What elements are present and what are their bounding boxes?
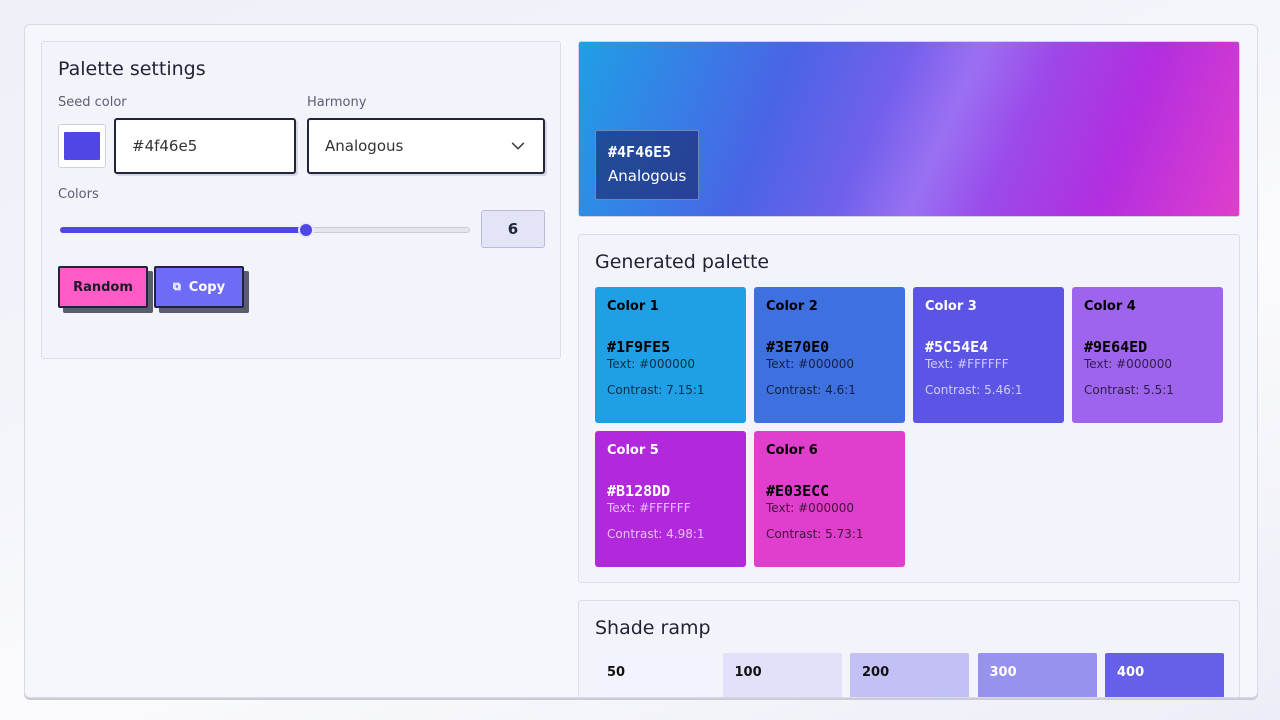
shade-chip[interactable]: 200 <box>850 653 969 697</box>
colors-count-field[interactable]: 6 <box>481 210 545 248</box>
copy-button-label: Copy <box>188 279 226 295</box>
colors-slider[interactable] <box>60 218 470 242</box>
swatch-hex: #1F9FE5 <box>607 338 671 356</box>
swatch-hex: #B128DD <box>607 482 671 500</box>
swatch-hex: #3E70E0 <box>766 338 830 356</box>
seed-color-chip <box>64 132 100 160</box>
slider-thumb[interactable] <box>298 222 314 238</box>
palette-settings-panel: Palette settings Seed color Harmony Anal… <box>41 41 561 359</box>
swatch-contrast: Contrast: 4.6:1 <box>766 383 856 397</box>
shade-label: 300 <box>989 665 1017 680</box>
swatch-contrast: Contrast: 5.46:1 <box>925 383 1023 397</box>
copy-icon: ⧉ <box>172 280 181 293</box>
palette-swatch[interactable]: Color 1 #1F9FE5 Text: #000000 Contrast: 7.1… <box>595 287 746 423</box>
generated-palette-title: Generated palette <box>595 251 770 273</box>
shade-ramp-panel: Shade ramp 50 100 200 300 400 <box>578 600 1240 697</box>
shade-label: 400 <box>1117 665 1145 680</box>
palette-swatch[interactable]: Color 3 #5C54E4 Text: #FFFFFF Contrast: 5.4… <box>913 287 1064 423</box>
swatch-contrast: Contrast: 5.73:1 <box>766 527 864 541</box>
generated-palette-panel: Generated palette Color 1 #1F9FE5 Text: #0… <box>578 234 1240 583</box>
swatch-contrast: Contrast: 7.15:1 <box>607 383 705 397</box>
preview-badge: #4F46E5 Analogous <box>595 130 699 200</box>
palette-swatch[interactable]: Color 5 #B128DD Text: #FFFFFF Contrast: 4.9… <box>595 431 746 567</box>
seed-hex-input[interactable] <box>114 118 296 174</box>
settings-title: Palette settings <box>58 58 206 80</box>
chevron-down-icon <box>511 142 525 150</box>
swatch-name: Color 4 <box>1084 299 1136 314</box>
swatch-text-color: Text: #FFFFFF <box>607 501 691 515</box>
swatch-hex: #E03ECC <box>766 482 830 500</box>
shade-ramp-row: 50 100 200 300 400 <box>595 653 1224 697</box>
shade-label: 200 <box>862 665 890 680</box>
palette-swatch[interactable]: Color 6 #E03ECC Text: #000000 Contrast: 5.7… <box>754 431 905 567</box>
shade-label: 50 <box>607 665 626 680</box>
shade-label: 100 <box>734 665 762 680</box>
swatch-contrast: Contrast: 5.5:1 <box>1084 383 1174 397</box>
harmony-select[interactable]: Analogous <box>307 118 545 174</box>
shade-chip[interactable]: 300 <box>977 653 1097 697</box>
harmony-label: Harmony <box>307 95 367 110</box>
swatch-hex: #9E64ED <box>1084 338 1148 356</box>
preview-hex: #4F46E5 <box>608 143 672 161</box>
preview-harmony: Analogous <box>608 167 687 185</box>
swatch-name: Color 5 <box>607 443 659 458</box>
copy-button[interactable]: ⧉ Copy <box>154 266 244 308</box>
shade-chip[interactable]: 400 <box>1105 653 1224 697</box>
swatch-text-color: Text: #000000 <box>607 357 695 371</box>
swatch-text-color: Text: #000000 <box>766 357 854 371</box>
palette-app: Palette settings Seed color Harmony Anal… <box>24 24 1258 698</box>
swatch-text-color: Text: #000000 <box>1084 357 1172 371</box>
swatch-name: Color 2 <box>766 299 818 314</box>
swatch-hex: #5C54E4 <box>925 338 989 356</box>
seed-color-label: Seed color <box>58 95 127 110</box>
swatch-text-color: Text: #FFFFFF <box>925 357 1009 371</box>
palette-swatch[interactable]: Color 2 #3E70E0 Text: #000000 Contrast: 4.6… <box>754 287 905 423</box>
seed-color-picker[interactable] <box>58 124 106 168</box>
shade-chip[interactable]: 50 <box>595 653 714 697</box>
random-button[interactable]: Random <box>58 266 148 308</box>
palette-swatch[interactable]: Color 4 #9E64ED Text: #000000 Contrast: 5.5… <box>1072 287 1223 423</box>
swatch-name: Color 6 <box>766 443 818 458</box>
swatch-contrast: Contrast: 4.98:1 <box>607 527 705 541</box>
palette-preview-banner: #4F46E5 Analogous <box>578 41 1240 217</box>
swatch-name: Color 1 <box>607 299 659 314</box>
colors-label: Colors <box>58 187 99 202</box>
swatch-text-color: Text: #000000 <box>766 501 854 515</box>
random-button-label: Random <box>73 279 133 295</box>
shade-chip[interactable]: 100 <box>722 653 842 697</box>
harmony-selected-value: Analogous <box>325 137 404 155</box>
swatch-name: Color 3 <box>925 299 977 314</box>
shade-ramp-title: Shade ramp <box>595 617 711 639</box>
slider-fill <box>60 227 306 233</box>
